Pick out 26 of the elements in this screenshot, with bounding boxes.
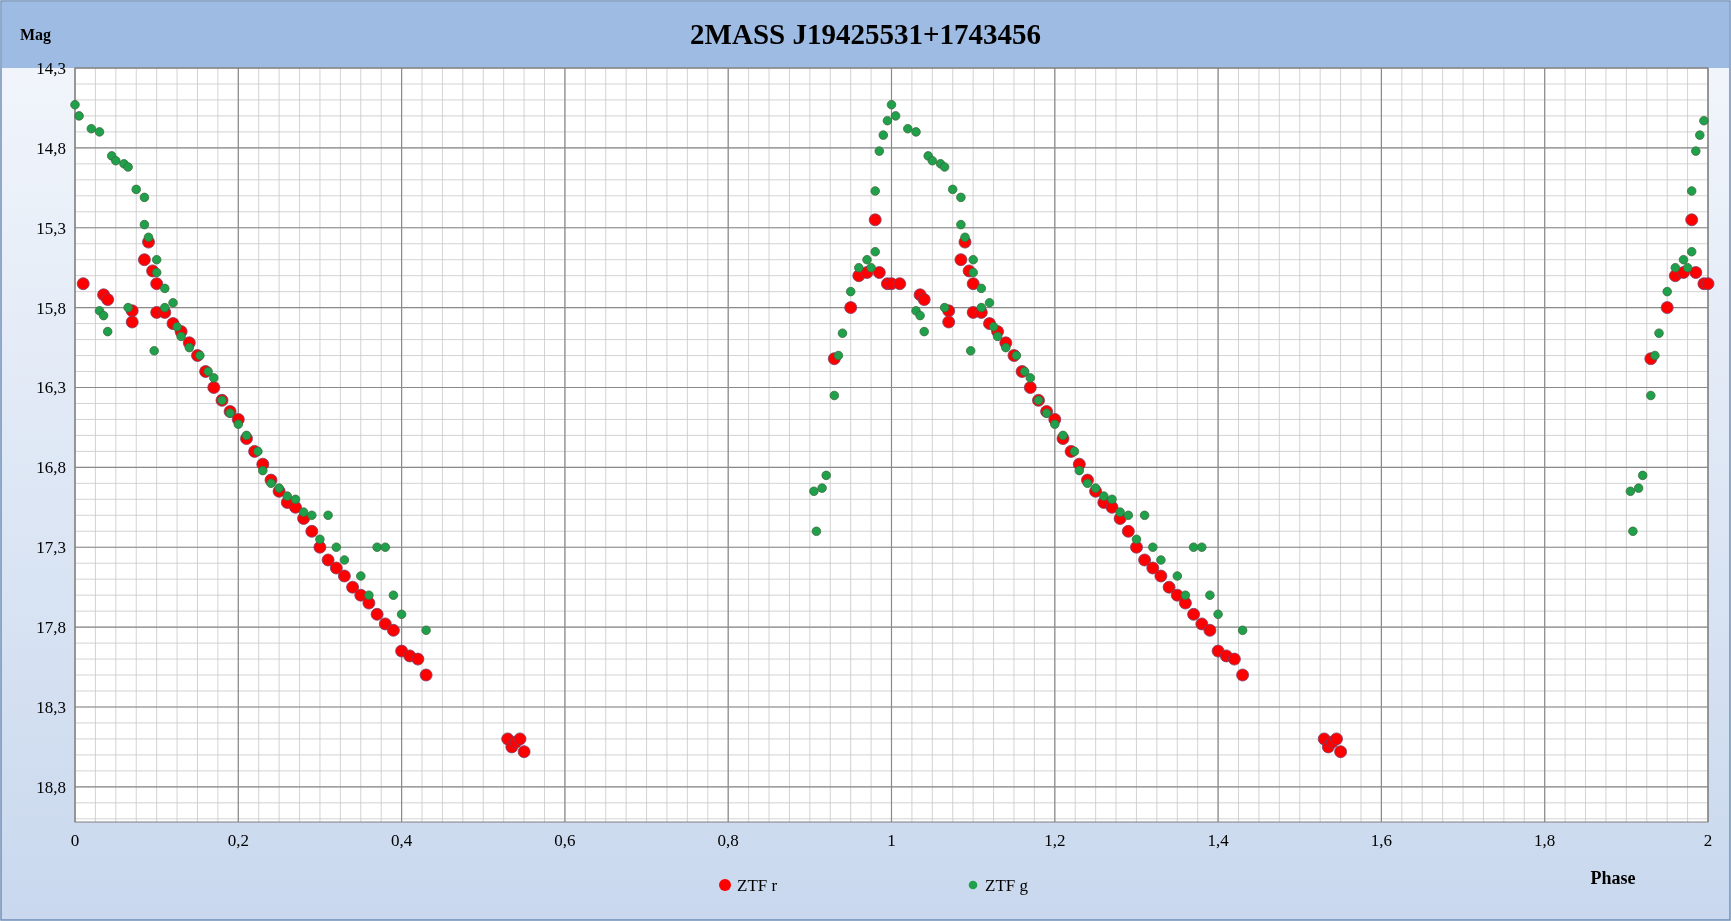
tick-label: 18,3 — [36, 698, 66, 717]
tick-label: 16,8 — [36, 458, 66, 478]
tick-label: 15,8 — [36, 298, 66, 318]
tick-label: 1 — [887, 831, 896, 850]
axis-label: Mag — [20, 26, 52, 43]
tick-label: 1,8 — [1534, 831, 1556, 850]
tick-label: 1,2 — [1044, 831, 1066, 850]
axis-label: Phase — [1590, 868, 1636, 888]
tick-label: 2 — [1703, 831, 1713, 850]
tick-label: 0 — [70, 831, 80, 850]
tick-label: 17,8 — [36, 618, 66, 638]
tick-label: 14,8 — [36, 138, 66, 158]
tick-label: 14,3 — [36, 59, 66, 78]
tick-label: 18,8 — [36, 777, 66, 797]
tick-label: 17,3 — [36, 538, 66, 558]
tick-label: 16,3 — [36, 378, 66, 398]
tick-label: 0,8 — [717, 831, 739, 850]
tick-label: 0,4 — [391, 831, 413, 850]
tick-label: 0,2 — [227, 831, 249, 850]
chart-title: 2MASS J19425531+1743456 — [690, 18, 1041, 50]
tick-label: 0,6 — [554, 831, 576, 850]
legend-label: ZTF r — [737, 876, 778, 895]
tick-label: 1,6 — [1370, 831, 1393, 850]
tick-label: 15,3 — [36, 218, 66, 238]
tick-label: 1,4 — [1207, 831, 1229, 850]
legend-label: ZTF g — [985, 876, 1028, 895]
